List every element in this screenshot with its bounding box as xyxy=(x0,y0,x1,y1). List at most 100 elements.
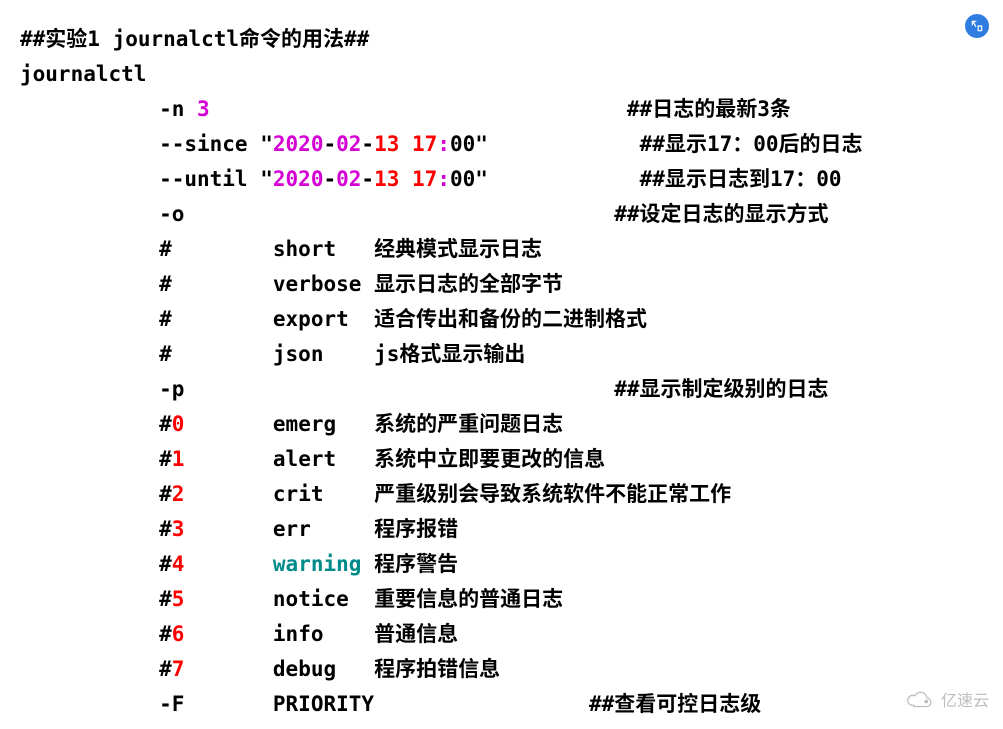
code-block: ##实验1 journalctl命令的用法## journalctl -n 3 … xyxy=(0,0,1003,722)
pad xyxy=(20,342,159,366)
pad xyxy=(361,447,374,471)
dash: - xyxy=(361,132,374,156)
pad xyxy=(361,412,374,436)
mark: # xyxy=(159,517,172,541)
minute: 00 xyxy=(450,132,475,156)
level-name: err xyxy=(273,517,362,541)
comment: ##查看可控日志级 xyxy=(589,692,761,716)
pad xyxy=(361,272,374,296)
level-name: alert xyxy=(273,447,362,471)
pad xyxy=(361,587,374,611)
pad xyxy=(20,517,159,541)
pad xyxy=(20,132,159,156)
pad xyxy=(184,412,273,436)
pad xyxy=(184,447,273,471)
pad xyxy=(20,447,159,471)
flag-since: --since xyxy=(159,132,260,156)
flag-n: -n xyxy=(159,97,197,121)
pad xyxy=(210,97,627,121)
mode: short xyxy=(273,237,362,261)
mark: # xyxy=(159,622,172,646)
level-name: notice xyxy=(273,587,362,611)
dash: - xyxy=(361,167,374,191)
desc: 经典模式显示日志 xyxy=(374,237,542,261)
dash: - xyxy=(323,132,336,156)
pad xyxy=(20,657,159,681)
colon: : xyxy=(437,167,450,191)
pad xyxy=(361,517,374,541)
pad xyxy=(361,237,374,261)
pad xyxy=(20,237,159,261)
translate-badge-icon[interactable] xyxy=(965,14,989,38)
level-num: 2 xyxy=(172,482,185,506)
pad xyxy=(361,657,374,681)
pad xyxy=(361,622,374,646)
flag-o: -o xyxy=(159,202,184,226)
pad xyxy=(172,237,273,261)
pad xyxy=(20,272,159,296)
desc: 程序报错 xyxy=(374,517,458,541)
mode: json xyxy=(273,342,362,366)
pad xyxy=(374,692,589,716)
desc: 重要信息的普通日志 xyxy=(374,587,563,611)
arg-3: 3 xyxy=(197,97,210,121)
pad xyxy=(20,692,159,716)
pad xyxy=(184,552,273,576)
pad xyxy=(184,622,273,646)
desc: 系统的严重问题日志 xyxy=(374,412,563,436)
colon: : xyxy=(437,132,450,156)
pad xyxy=(361,552,374,576)
year: 2020 xyxy=(273,132,324,156)
level-num: 0 xyxy=(172,412,185,436)
comment: ##显示17：00后的日志 xyxy=(640,132,863,156)
flag-F: -F xyxy=(159,692,184,716)
pad xyxy=(184,587,273,611)
hour: 17 xyxy=(412,132,437,156)
pad xyxy=(172,307,273,331)
day: 13 xyxy=(374,167,399,191)
pad xyxy=(361,482,374,506)
mark: # xyxy=(159,412,172,436)
hour: 17 xyxy=(412,167,437,191)
space xyxy=(399,167,412,191)
pad xyxy=(172,342,273,366)
flag-until: --until xyxy=(159,167,260,191)
comment: ##显示制定级别的日志 xyxy=(614,377,828,401)
level-num: 4 xyxy=(172,552,185,576)
command-line: journalctl xyxy=(20,62,146,86)
pad xyxy=(20,167,159,191)
mark: # xyxy=(159,552,172,576)
level-name: info xyxy=(273,622,362,646)
day: 13 xyxy=(374,132,399,156)
pad xyxy=(488,132,640,156)
mark: # xyxy=(159,237,172,261)
level-num: 3 xyxy=(172,517,185,541)
desc: 严重级别会导致系统软件不能正常工作 xyxy=(374,482,731,506)
quote: " xyxy=(475,132,488,156)
year: 2020 xyxy=(273,167,324,191)
space xyxy=(399,132,412,156)
pad xyxy=(20,552,159,576)
desc: 系统中立即要更改的信息 xyxy=(374,447,605,471)
level-name: crit xyxy=(273,482,362,506)
desc: 适合传出和备份的二进制格式 xyxy=(374,307,647,331)
quote: " xyxy=(475,167,488,191)
desc: 程序警告 xyxy=(374,552,458,576)
pad xyxy=(20,202,159,226)
comment: ##设定日志的显示方式 xyxy=(614,202,828,226)
pad xyxy=(488,167,640,191)
mark: # xyxy=(159,272,172,296)
month: 02 xyxy=(336,132,361,156)
pad xyxy=(184,202,614,226)
mark: # xyxy=(159,342,172,366)
pad xyxy=(20,587,159,611)
level-name: emerg xyxy=(273,412,362,436)
pad xyxy=(172,272,273,296)
quote: " xyxy=(260,132,273,156)
desc: 普通信息 xyxy=(374,622,458,646)
quote: " xyxy=(260,167,273,191)
pad xyxy=(20,307,159,331)
month: 02 xyxy=(336,167,361,191)
flag-p: -p xyxy=(159,377,184,401)
desc: 显示日志的全部字节 xyxy=(374,272,563,296)
